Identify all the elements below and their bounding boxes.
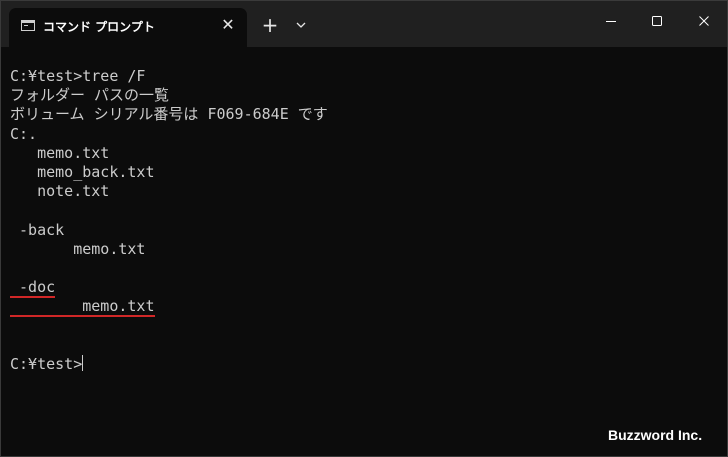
maximize-button[interactable] bbox=[634, 1, 680, 41]
tab-title: コマンド プロンプト bbox=[43, 20, 155, 34]
console-line: memo_back.txt bbox=[10, 162, 155, 181]
console-line: C:. bbox=[10, 124, 38, 143]
console-line: -back bbox=[10, 220, 65, 239]
close-window-button[interactable] bbox=[681, 1, 727, 41]
close-icon bbox=[681, 15, 727, 27]
console-line: フォルダー パスの一覧 bbox=[10, 86, 170, 105]
new-tab-button[interactable]: + bbox=[259, 14, 281, 36]
highlighted-text: memo.txt bbox=[10, 297, 155, 318]
console-line: memo.txt bbox=[10, 143, 110, 162]
maximize-icon bbox=[634, 15, 680, 27]
highlighted-text: -doc bbox=[10, 278, 56, 299]
console-line-highlighted: memo.txt bbox=[10, 297, 328, 318]
console-line: ボリューム シリアル番号は F069-684E です bbox=[10, 105, 328, 124]
title-bar[interactable]: コマンド プロンプト ✕ + bbox=[1, 1, 727, 47]
tab-close-button[interactable]: ✕ bbox=[218, 15, 238, 35]
watermark: Buzzword Inc. bbox=[608, 427, 703, 443]
text-cursor bbox=[82, 354, 84, 371]
prompt-line[interactable]: C:¥test> bbox=[10, 354, 328, 374]
console-output[interactable]: C:¥test>tree /F フォルダー パスの一覧 ボリューム シリアル番号… bbox=[10, 67, 328, 374]
console-line: note.txt bbox=[10, 182, 110, 201]
prompt-text: C:¥test> bbox=[10, 354, 83, 373]
console-line: memo.txt bbox=[10, 239, 146, 258]
command-prompt-window: コマンド プロンプト ✕ + C:¥test>tree /F フォルダー パスの… bbox=[0, 0, 728, 457]
minimize-icon bbox=[588, 15, 634, 27]
chevron-down-icon bbox=[290, 14, 312, 36]
console-line: C:¥test>tree /F bbox=[10, 67, 146, 85]
terminal-icon bbox=[21, 20, 35, 31]
new-tab-dropdown-button[interactable] bbox=[290, 14, 312, 36]
console-line-highlighted: -doc bbox=[10, 278, 328, 299]
tab-command-prompt[interactable]: コマンド プロンプト ✕ bbox=[9, 8, 247, 47]
minimize-button[interactable] bbox=[588, 1, 634, 41]
